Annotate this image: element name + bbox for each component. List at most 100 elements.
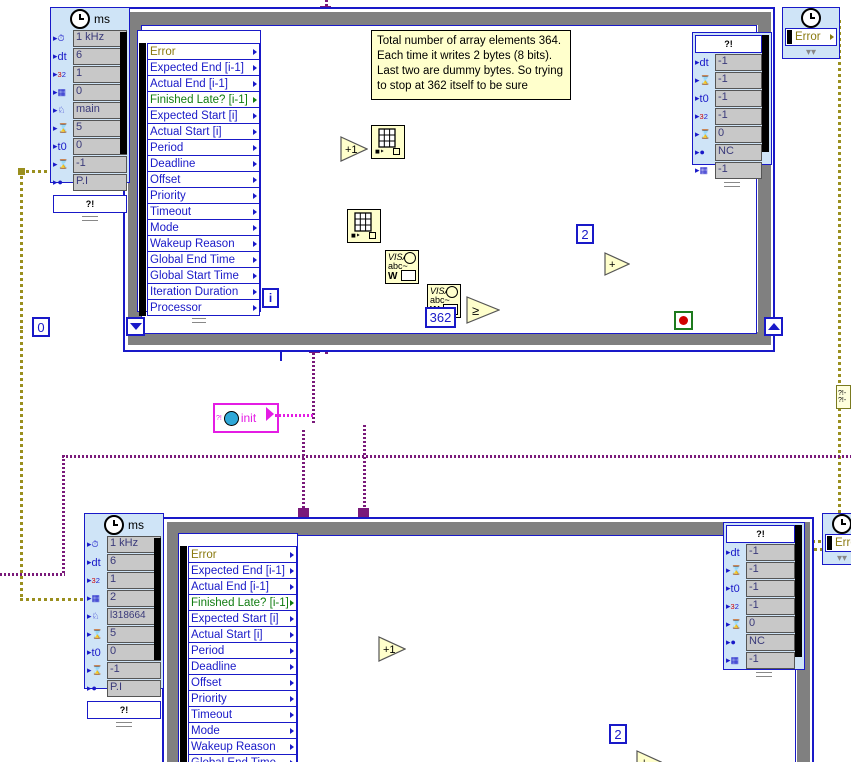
bottom-timing-config-node[interactable]: ms ▸⏱ 1 kHz ▸ dt 6 ▸ 3 2 1 ▸▦ 2 ▸♘ l318664 [84, 513, 164, 727]
terminal-offset[interactable]: Offset [147, 171, 260, 188]
output-row-t0[interactable]: ▸ t0 -1 [695, 90, 762, 107]
config-footer[interactable]: ?! [87, 701, 161, 719]
output-resize-grip[interactable] [724, 670, 804, 679]
config-value-mode[interactable]: P.I [107, 680, 161, 697]
terminal-error[interactable]: Error [147, 43, 260, 60]
config-row-priority[interactable]: ▸ 3 2 1 [87, 572, 161, 589]
terminal-iteration-duration[interactable]: Iteration Duration [147, 283, 260, 300]
add-node-bottom[interactable]: + [636, 750, 663, 762]
config-row-t0[interactable]: ▸ t0 0 [87, 644, 161, 661]
config-resize-grip[interactable] [85, 720, 163, 729]
terminal-finished-late[interactable]: Finished Late? [i-1] [147, 91, 260, 108]
output-row-deadline[interactable]: ▸⌛ -1 [695, 72, 762, 89]
config-row-name[interactable]: ▸♘ main [53, 102, 127, 119]
terminal-actual-end[interactable]: Actual End [i-1] [147, 75, 260, 92]
terminal-global-start-time[interactable]: Global Start Time [147, 267, 260, 284]
increment-node-bottom[interactable]: +1 [378, 636, 407, 662]
increment-node-top[interactable]: +1 [340, 136, 369, 162]
add-node-top[interactable]: + [604, 252, 631, 276]
output-row-deadline[interactable]: ▸⌛ -1 [726, 562, 795, 579]
config-value-mode[interactable]: P.I [73, 174, 127, 191]
constant-two-top[interactable]: 2 [576, 224, 594, 244]
terminal-wakeup-reason[interactable]: Wakeup Reason [147, 235, 260, 252]
top-timing-config-node[interactable]: ms ▸⏱ 1 kHz ▸dt 6 ▸32 1 ▸▦ 0 ▸♘ main [50, 7, 130, 221]
terminal-expected-start[interactable]: Expected Start [i] [147, 107, 260, 124]
error-indicator-top[interactable]: Error ▾▾ [782, 7, 840, 59]
output-row-processor[interactable]: ▸▦ -1 [726, 652, 795, 669]
terminal-timeout[interactable]: Timeout [188, 706, 297, 723]
terminal-actual-start[interactable]: Actual Start [i] [147, 123, 260, 140]
terminal-mode[interactable]: Mode [147, 219, 260, 236]
bottom-loop-terminal-list[interactable]: Error Expected End [i-1] Actual End [i-1… [178, 533, 298, 762]
output-row-dt[interactable]: ▸ dt -1 [695, 54, 762, 71]
config-value-t0[interactable]: 0 [73, 138, 127, 155]
output-row-processor[interactable]: ▸▦ -1 [695, 162, 762, 179]
output-row-timeout[interactable]: ▸⌛ 0 [695, 126, 762, 143]
config-row-timeout[interactable]: ▸⌛ -1 [87, 662, 161, 679]
constant-362[interactable]: 362 [425, 307, 456, 328]
config-row-timeout[interactable]: ▸⌛ -1 [53, 156, 127, 173]
top-loop-terminal-list[interactable]: Error Expected End [i-1] Actual End [i-1… [137, 30, 261, 323]
config-value-deadline[interactable]: 5 [107, 626, 161, 643]
output-row-t0[interactable]: ▸ t0 -1 [726, 580, 795, 597]
output-row-timeout[interactable]: ▸⌛ 0 [726, 616, 795, 633]
terminal-deadline[interactable]: Deadline [188, 658, 297, 675]
config-value-priority[interactable]: 1 [73, 66, 127, 83]
error-indicator-row[interactable]: Error [785, 28, 837, 46]
config-value-priority[interactable]: 1 [107, 572, 161, 589]
constant-zero-top[interactable]: 0 [32, 317, 50, 337]
config-value-timeout[interactable]: -1 [73, 156, 127, 173]
terminal-period[interactable]: Period [188, 642, 297, 659]
top-timing-output-node[interactable]: ?! ▸ dt -1 ▸⌛ -1 ▸ t0 -1 ▸ 3 2 -1 ▸⌛ 0 ▸● NC… [692, 32, 772, 187]
terminal-deadline[interactable]: Deadline [147, 155, 260, 172]
config-value-processor[interactable]: 0 [73, 84, 127, 101]
config-row-deadline[interactable]: ▸⌛ 5 [53, 120, 127, 137]
terminal-actual-end[interactable]: Actual End [i-1] [188, 578, 297, 595]
config-row-priority[interactable]: ▸ 3 2 1 [53, 66, 127, 83]
output-row-mode[interactable]: ▸● NC [695, 144, 762, 161]
terminal-actual-start[interactable]: Actual Start [i] [188, 626, 297, 643]
output-row-dt[interactable]: ▸ dt -1 [726, 544, 795, 561]
terminal-expected-end[interactable]: Expected End [i-1] [188, 562, 297, 579]
index-array-node-top-1[interactable]: ■‣ [371, 125, 405, 159]
terminal-priority[interactable]: Priority [188, 690, 297, 707]
config-row-t0[interactable]: ▸ t0 0 [53, 138, 127, 155]
config-row-deadline[interactable]: ▸⌛ 5 [87, 626, 161, 643]
terminal-timeout[interactable]: Timeout [147, 203, 260, 220]
terminal-finished-late[interactable]: Finished Late? [i-1] [188, 594, 297, 611]
config-value-source[interactable]: 1 kHz [107, 536, 161, 553]
config-value-t0[interactable]: 0 [107, 644, 161, 661]
visa-write-node-top-1[interactable]: VISA abc~ W [385, 250, 419, 284]
config-row-mode[interactable]: ▸● P.I [87, 680, 161, 697]
terminal-processor[interactable]: Processor [147, 299, 260, 316]
index-array-node-top-2[interactable]: ■‣ [347, 209, 381, 243]
config-value-name[interactable]: l318664 [107, 608, 161, 625]
error-indicator-expand[interactable]: ▾▾ [823, 552, 851, 564]
config-row-dt[interactable]: ▸ dt 6 [53, 48, 127, 65]
terminal-period[interactable]: Period [147, 139, 260, 156]
terminal-global-end-time[interactable]: Global End Time [188, 754, 297, 762]
terminal-wakeup-reason[interactable]: Wakeup Reason [188, 738, 297, 755]
config-row-dt[interactable]: ▸ dt 6 [87, 554, 161, 571]
config-row-mode[interactable]: ▸● P.I [53, 174, 127, 191]
diagram-comment-top[interactable]: Total number of array elements 364. Each… [371, 30, 571, 100]
config-value-processor[interactable]: 2 [107, 590, 161, 607]
greater-equal-node-top[interactable]: ≥ [466, 296, 501, 324]
shift-register-right-top[interactable] [764, 317, 783, 336]
config-row-processor[interactable]: ▸▦ 2 [87, 590, 161, 607]
terminal-error[interactable]: Error [188, 546, 297, 563]
terminal-mode[interactable]: Mode [188, 722, 297, 739]
error-indicator-expand[interactable]: ▾▾ [783, 46, 839, 58]
terminal-priority[interactable]: Priority [147, 187, 260, 204]
terminal-resize-grip[interactable] [138, 315, 260, 325]
error-merge-node-right[interactable]: ?!- ?!- [836, 385, 851, 409]
iteration-terminal-top[interactable]: i [262, 288, 279, 308]
stop-button-top[interactable] [674, 311, 693, 330]
config-row-source[interactable]: ▸⏱ 1 kHz [53, 30, 127, 47]
config-value-dt[interactable]: 6 [107, 554, 161, 571]
constant-two-bottom[interactable]: 2 [609, 724, 627, 744]
config-value-dt[interactable]: 6 [73, 48, 127, 65]
config-resize-grip[interactable] [51, 214, 129, 223]
config-value-name[interactable]: main [73, 102, 127, 119]
config-value-source[interactable]: 1 kHz [73, 30, 127, 47]
